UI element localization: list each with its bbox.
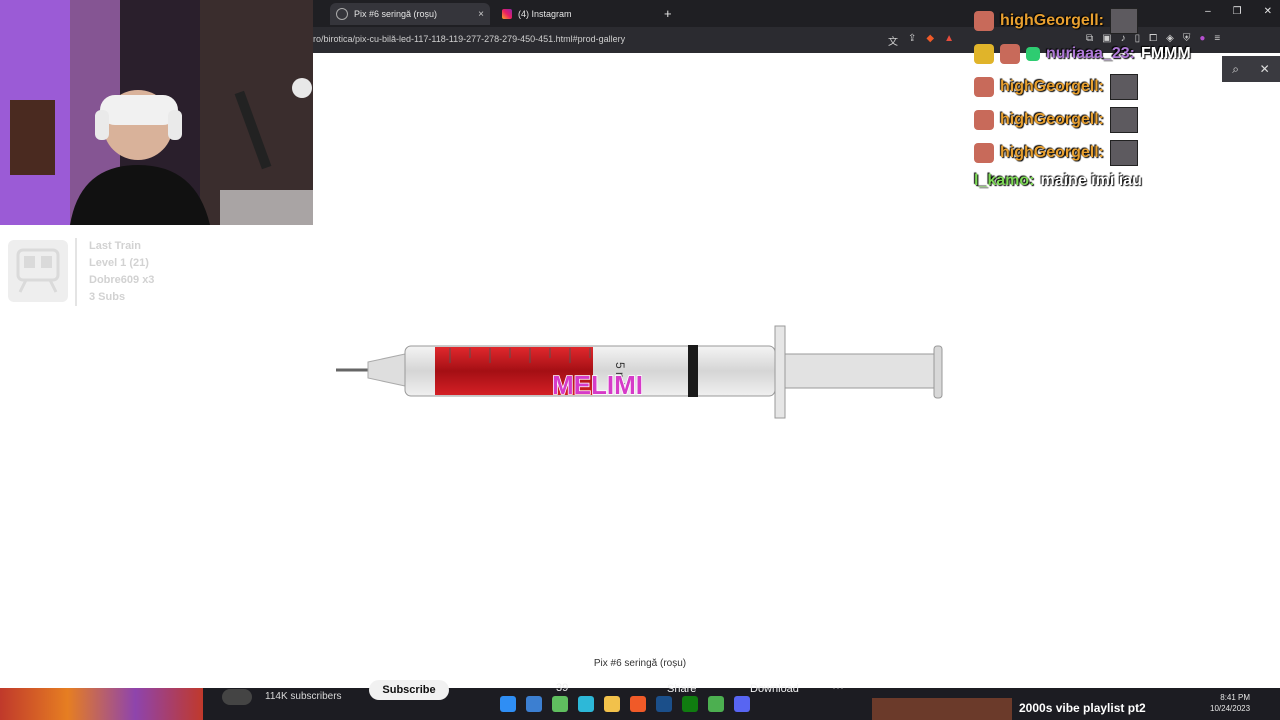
widget-title: Last Train (89, 240, 141, 252)
brave-shield-icon[interactable]: ◆ (926, 33, 934, 48)
download-button[interactable]: Download (750, 683, 799, 695)
tab-instagram[interactable]: (4) Instagram (496, 3, 656, 25)
barrel-ring (688, 345, 698, 397)
clock-time: 8:41 PM (1220, 693, 1251, 702)
chat-username: highGeorgell: (1000, 143, 1104, 161)
close-icon[interactable]: ✕ (1260, 62, 1270, 76)
globe-icon (336, 8, 348, 20)
new-tab-button[interactable]: + (664, 6, 672, 21)
rewards-icon[interactable]: ▲ (944, 33, 954, 48)
music-thumbnail (872, 698, 1012, 720)
finger-flange (774, 325, 786, 419)
plunger-cap (933, 345, 943, 399)
chat-message: highGeorgell: (974, 136, 1234, 169)
subscriber-goal-widget: Last Train Level 1 (21) Dobre609 x3 3 Su… (8, 238, 188, 310)
windows-start-icon[interactable] (500, 696, 516, 712)
chat-username: l_kamo: (974, 172, 1035, 189)
widget-level: Level 1 (21) (89, 257, 149, 269)
chat-username: nuriaaa_23: (1046, 44, 1135, 62)
channel-avatar[interactable] (222, 689, 252, 705)
share-button[interactable]: Share (667, 683, 696, 695)
webcam-overlay (0, 0, 313, 225)
chat-message: highGeorgell: (974, 4, 1234, 37)
subscriber-count: 114K subscribers (265, 691, 342, 702)
url-field[interactable]: ro/birotica/pix-cu-bilă-led-117-118-119-… (313, 34, 625, 44)
gift-badge-icon (1026, 46, 1040, 61)
brave-icon[interactable] (630, 696, 646, 712)
emote-icon (1110, 73, 1138, 100)
product-image[interactable]: 5 mL MELIMI (330, 318, 950, 428)
chat-username: highGeorgell: (1000, 110, 1104, 128)
now-playing: 2000s vibe playlist pt2 (1019, 701, 1146, 715)
file-explorer-icon[interactable] (526, 696, 542, 712)
user-badge-icon (974, 142, 994, 163)
like-count[interactable]: 39 (556, 682, 568, 694)
train-icon (8, 240, 68, 302)
emote-icon (1110, 106, 1138, 133)
crown-badge-icon (974, 43, 994, 64)
game-icon[interactable] (552, 696, 568, 712)
user-badge-icon (974, 10, 994, 31)
xbox-icon[interactable] (682, 696, 698, 712)
folder-icon[interactable] (604, 696, 620, 712)
subscribe-button[interactable]: Subscribe (369, 680, 449, 700)
more-button[interactable]: ··· (832, 680, 844, 694)
tab-label: Pix #6 seringă (roșu) (354, 9, 438, 19)
chat-overlay: highGeorgell: nuriaaa_23: FMMM highGeorg… (974, 4, 1234, 193)
product-caption: Pix #6 seringă (roșu) (593, 658, 687, 669)
chrome-icon[interactable] (708, 696, 724, 712)
user-badge-icon (974, 76, 994, 97)
divider (75, 238, 77, 306)
close-tab-icon[interactable]: × (478, 9, 484, 20)
address-bar-actions: 文 ⇪ ◆ ▲ (888, 33, 954, 48)
user-badge-icon (974, 109, 994, 130)
taskbar-apps (500, 696, 750, 712)
chat-text: FMMM (1140, 44, 1191, 62)
chat-username: highGeorgell: (1000, 77, 1104, 95)
chat-message: l_kamo: maine imi iau (974, 169, 1234, 193)
plunger (784, 353, 936, 389)
close-window-button[interactable]: ✕ (1264, 6, 1272, 17)
widget-subs: 3 Subs (89, 291, 126, 303)
chat-username: highGeorgell: (1000, 11, 1104, 29)
chat-text: maine imi iau (1040, 172, 1142, 189)
chat-message: nuriaaa_23: FMMM (974, 37, 1234, 70)
emote-icon (1110, 139, 1138, 166)
chat-message: highGeorgell: (974, 70, 1234, 103)
tab-label: (4) Instagram (518, 9, 572, 19)
widget-contributor: Dobre609 x3 (89, 274, 155, 286)
pen-nose (367, 353, 406, 387)
chat-app-icon[interactable] (578, 696, 594, 712)
video-thumbnail (0, 688, 203, 720)
tab-product[interactable]: Pix #6 seringă (roșu) × (330, 3, 490, 25)
discord-icon[interactable] (734, 696, 750, 712)
user-badge-icon (1000, 43, 1020, 64)
clock-date: 10/24/2023 (1210, 704, 1251, 713)
melimi-watermark: MELIMI (552, 370, 643, 400)
system-clock[interactable]: 8:41 PM 10/24/2023 (1210, 692, 1250, 714)
steam-icon[interactable] (656, 696, 672, 712)
share-icon[interactable]: ⇪ (908, 33, 916, 48)
instagram-icon (502, 9, 512, 19)
translate-icon[interactable]: 文 (888, 33, 898, 48)
emote-icon (1110, 7, 1138, 34)
chat-message: highGeorgell: (974, 103, 1234, 136)
streamer-cam-image (0, 0, 313, 225)
